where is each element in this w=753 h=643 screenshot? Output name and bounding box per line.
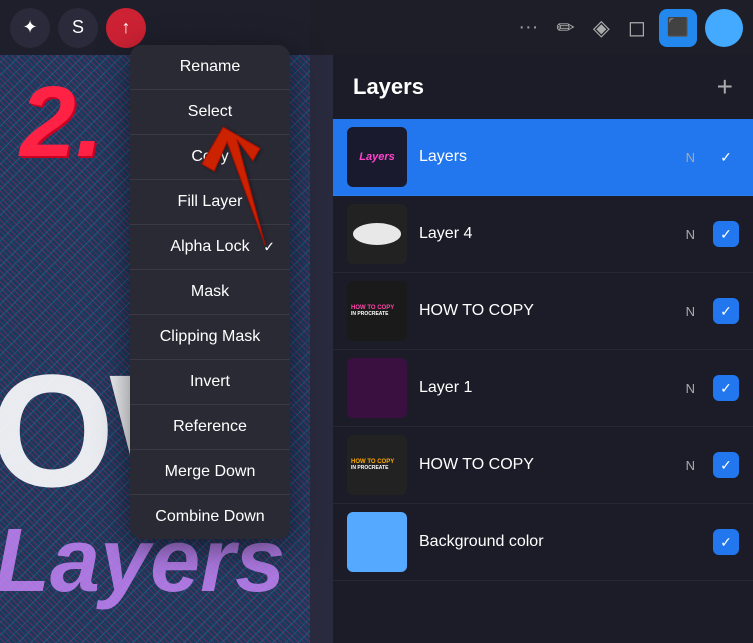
- toolbar: ✦ S ↑ ··· ✏ ◈ ◻ ⬛: [0, 0, 753, 55]
- arrow-icon[interactable]: ↑: [106, 8, 146, 48]
- layer-controls-how-to-2: N ✓: [686, 452, 739, 478]
- layer-controls-background: ✓: [713, 529, 739, 555]
- layer-mode-4: N: [686, 227, 695, 242]
- menu-item-combine-down[interactable]: Combine Down: [130, 495, 290, 539]
- layer-visibility-how-to[interactable]: ✓: [713, 298, 739, 324]
- layer-thumb-how-to: HOW TO COPY IN PROCREATE: [347, 281, 407, 341]
- layers-panel: Layers + Layers Layers N ✓ Layer 4 N ✓: [333, 55, 753, 643]
- layers-panel-header: Layers +: [333, 55, 753, 119]
- layer-name-4: Layer 4: [419, 225, 472, 243]
- layers-icon: ⬛: [667, 17, 689, 38]
- layers-button[interactable]: ⬛: [659, 9, 697, 47]
- menu-item-copy[interactable]: Copy: [130, 135, 290, 180]
- layer-item-1[interactable]: Layer 1 N ✓: [333, 350, 753, 427]
- layer-mode-layers: N: [686, 150, 695, 165]
- menu-item-clipping-mask[interactable]: Clipping Mask: [130, 315, 290, 360]
- menu-item-select[interactable]: Select: [130, 90, 290, 135]
- layer-mode-how-to-2: N: [686, 458, 695, 473]
- layer-visibility-4[interactable]: ✓: [713, 221, 739, 247]
- layer-visibility-1[interactable]: ✓: [713, 375, 739, 401]
- layer-item-4[interactable]: Layer 4 N ✓: [333, 196, 753, 273]
- layer-name-layers: Layers: [419, 148, 467, 166]
- layer-thumb-1: [347, 358, 407, 418]
- layer-thumb-4: [347, 204, 407, 264]
- layer-controls-how-to: N ✓: [686, 298, 739, 324]
- layers-panel-title: Layers: [353, 74, 424, 100]
- layer-visibility-layers[interactable]: ✓: [713, 144, 739, 170]
- menu-item-mask[interactable]: Mask: [130, 270, 290, 315]
- layer-name-how-to-2: HOW TO COPY: [419, 456, 534, 474]
- smudge-icon[interactable]: ◈: [588, 10, 615, 46]
- layer-name-how-to: HOW TO COPY: [419, 302, 534, 320]
- add-layer-button[interactable]: +: [717, 73, 733, 101]
- layer-thumb-layers: Layers: [347, 127, 407, 187]
- layer-visibility-background[interactable]: ✓: [713, 529, 739, 555]
- layer-thumb-background: [347, 512, 407, 572]
- layer-controls-1: N ✓: [686, 375, 739, 401]
- layer-thumb-how-to-2: HOW TO COPY IN PROCREATE: [347, 435, 407, 495]
- menu-item-fill-layer[interactable]: Fill Layer: [130, 180, 290, 225]
- layer-name-1: Layer 1: [419, 379, 472, 397]
- layer-controls-layers: N ✓: [686, 144, 739, 170]
- menu-item-merge-down[interactable]: Merge Down: [130, 450, 290, 495]
- eraser-icon[interactable]: ◻: [623, 10, 651, 46]
- layer-item-layers[interactable]: Layers Layers N ✓: [333, 119, 753, 196]
- menu-item-alpha-lock[interactable]: Alpha Lock: [130, 225, 290, 270]
- context-menu: Rename Select Copy Fill Layer Alpha Lock…: [130, 45, 290, 539]
- magic-wand-icon[interactable]: ✦: [10, 8, 50, 48]
- layer-item-how-to-copy[interactable]: HOW TO COPY IN PROCREATE HOW TO COPY N ✓: [333, 273, 753, 350]
- layer-mode-how-to: N: [686, 304, 695, 319]
- canvas-number: 2.: [20, 65, 103, 180]
- layer-item-background[interactable]: Background color ✓: [333, 504, 753, 581]
- menu-item-reference[interactable]: Reference: [130, 405, 290, 450]
- layer-name-background: Background color: [419, 533, 544, 551]
- brush-icon[interactable]: ✏: [551, 10, 579, 46]
- menu-item-invert[interactable]: Invert: [130, 360, 290, 405]
- menu-item-rename[interactable]: Rename: [130, 45, 290, 90]
- layer-mode-1: N: [686, 381, 695, 396]
- selection-icon[interactable]: S: [58, 8, 98, 48]
- more-options-button[interactable]: ···: [513, 11, 543, 44]
- user-avatar[interactable]: [705, 9, 743, 47]
- layer-controls-4: N ✓: [686, 221, 739, 247]
- layer-visibility-how-to-2[interactable]: ✓: [713, 452, 739, 478]
- layer-item-how-to-copy-2[interactable]: HOW TO COPY IN PROCREATE HOW TO COPY N ✓: [333, 427, 753, 504]
